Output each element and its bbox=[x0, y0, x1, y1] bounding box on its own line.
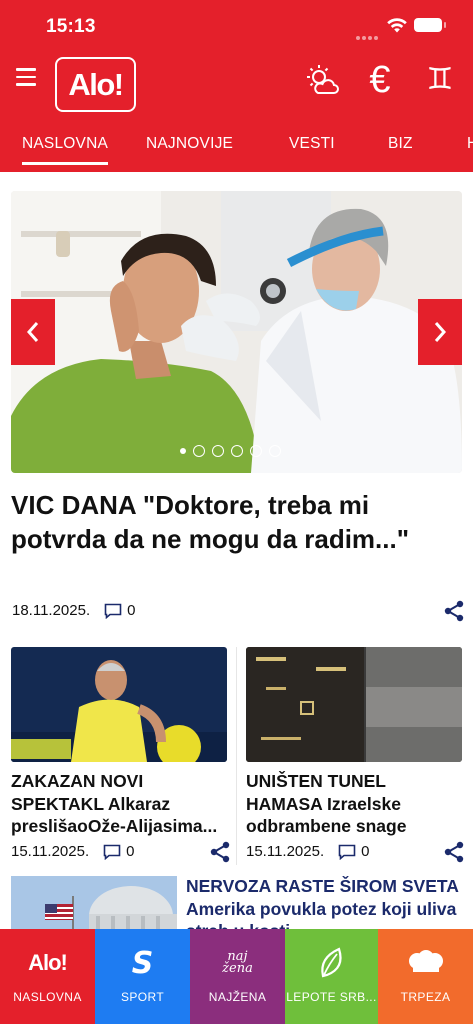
comment-count[interactable]: 0 bbox=[103, 843, 134, 860]
card-divider bbox=[236, 647, 237, 865]
tab-partial[interactable]: H bbox=[467, 135, 473, 153]
app-header: 15:13 Alo! € ♊ NASLOVNA NAJNOVIJE VESTI … bbox=[0, 0, 473, 172]
hero-image[interactable] bbox=[11, 191, 462, 473]
comment-count-value: 0 bbox=[127, 602, 136, 619]
slider-dot[interactable] bbox=[231, 445, 243, 457]
bottom-nav-naslovna[interactable]: Alo! NASLOVNA bbox=[0, 929, 95, 1024]
share-icon[interactable] bbox=[443, 841, 465, 863]
article-card-image[interactable] bbox=[11, 647, 227, 762]
tab-vesti[interactable]: VESTI bbox=[289, 135, 335, 153]
slider-dot[interactable] bbox=[269, 445, 281, 457]
chevron-left-icon bbox=[26, 322, 39, 342]
chevron-right-icon bbox=[434, 322, 447, 342]
bottom-nav-label: LEPOTE SRB... bbox=[286, 990, 377, 1004]
comment-count[interactable]: 0 bbox=[104, 602, 135, 619]
comment-count-value: 0 bbox=[361, 843, 370, 860]
article-card-title[interactable]: ZAKAZAN NOVI SPEKTAKL Alkaraz preslišaoO… bbox=[11, 770, 227, 838]
sport-logo-text: S bbox=[131, 945, 154, 981]
article-card-image[interactable] bbox=[246, 647, 462, 762]
weather-icon[interactable] bbox=[302, 60, 342, 100]
bottom-nav-label: NASLOVNA bbox=[13, 990, 82, 1004]
bottom-nav-label: SPORT bbox=[120, 990, 165, 1004]
bottom-nav-label: NAJŽENA bbox=[208, 990, 267, 1004]
tab-naslovna[interactable]: NASLOVNA bbox=[22, 135, 109, 165]
slider-dot[interactable] bbox=[180, 448, 186, 454]
article-date: 18.11.2025. bbox=[12, 602, 91, 619]
alo-logo[interactable]: Alo! bbox=[55, 57, 136, 112]
tab-biz[interactable]: BIZ bbox=[388, 135, 413, 153]
article-card-meta: 15.11.2025. 0 bbox=[246, 843, 369, 860]
slider-next-button[interactable] bbox=[418, 299, 462, 365]
category-tabs: NASLOVNA NAJNOVIJE VESTI BIZ H bbox=[0, 126, 473, 172]
article-card-title[interactable]: UNIŠTEN TUNEL HAMASA Izraelske odbramben… bbox=[246, 770, 462, 838]
slider-dots bbox=[180, 445, 281, 459]
slider-dot[interactable] bbox=[212, 445, 224, 457]
bottom-nav-label: TRPEZA bbox=[400, 990, 451, 1004]
article-date: 15.11.2025. bbox=[11, 843, 90, 860]
battery-icon bbox=[414, 18, 446, 32]
najzena-logo-text: naj žena bbox=[222, 949, 253, 976]
tennis-photo bbox=[11, 647, 227, 762]
slider-dot[interactable] bbox=[193, 445, 205, 457]
slider-dot[interactable] bbox=[250, 445, 262, 457]
horoscope-gemini-icon[interactable]: ♊ bbox=[420, 60, 460, 100]
bottom-nav-trpeza[interactable]: TRPEZA bbox=[378, 929, 473, 1024]
chef-hat-icon bbox=[405, 941, 447, 985]
bottom-nav-sport[interactable]: S SPORT bbox=[95, 929, 190, 1024]
najzena-logo-icon: naj žena bbox=[216, 941, 260, 985]
tab-najnovije[interactable]: NAJNOVIJE bbox=[146, 135, 233, 153]
alo-logo-icon: Alo! bbox=[28, 941, 68, 985]
status-bar: 15:13 bbox=[0, 0, 473, 52]
sport-logo-icon: S bbox=[132, 941, 154, 985]
comment-count[interactable]: 0 bbox=[338, 843, 369, 860]
article-date: 15.11.2025. bbox=[246, 843, 325, 860]
bottom-nav: Alo! NASLOVNA S SPORT naj žena NAJŽENA L… bbox=[0, 929, 473, 1024]
share-icon[interactable] bbox=[209, 841, 231, 863]
hero-meta: 18.11.2025. 0 bbox=[12, 602, 135, 619]
leaf-icon bbox=[317, 941, 347, 985]
alo-logo-text: Alo! bbox=[28, 950, 68, 975]
hero-photo bbox=[11, 191, 462, 473]
article-row-title[interactable]: NERVOZA RASTE ŠIROM SVETA Amerika povukl… bbox=[186, 875, 464, 930]
signal-dots-icon bbox=[356, 27, 382, 40]
tunnel-photo bbox=[246, 647, 462, 762]
status-time: 15:13 bbox=[46, 16, 96, 37]
comment-icon bbox=[103, 844, 121, 860]
bottom-nav-najzena[interactable]: naj žena NAJŽENA bbox=[190, 929, 285, 1024]
euro-icon[interactable]: € bbox=[360, 60, 400, 100]
article-card-meta: 15.11.2025. 0 bbox=[11, 843, 134, 860]
slider-prev-button[interactable] bbox=[11, 299, 55, 365]
share-icon[interactable] bbox=[443, 600, 465, 622]
comment-icon bbox=[104, 603, 122, 619]
comment-icon bbox=[338, 844, 356, 860]
menu-icon[interactable] bbox=[16, 68, 38, 86]
hero-headline[interactable]: VIC DANA "Doktore, treba mi potvrda da n… bbox=[11, 488, 462, 556]
bottom-nav-lepote-srbije[interactable]: LEPOTE SRB... bbox=[285, 929, 378, 1024]
wifi-icon bbox=[387, 18, 407, 33]
comment-count-value: 0 bbox=[126, 843, 135, 860]
